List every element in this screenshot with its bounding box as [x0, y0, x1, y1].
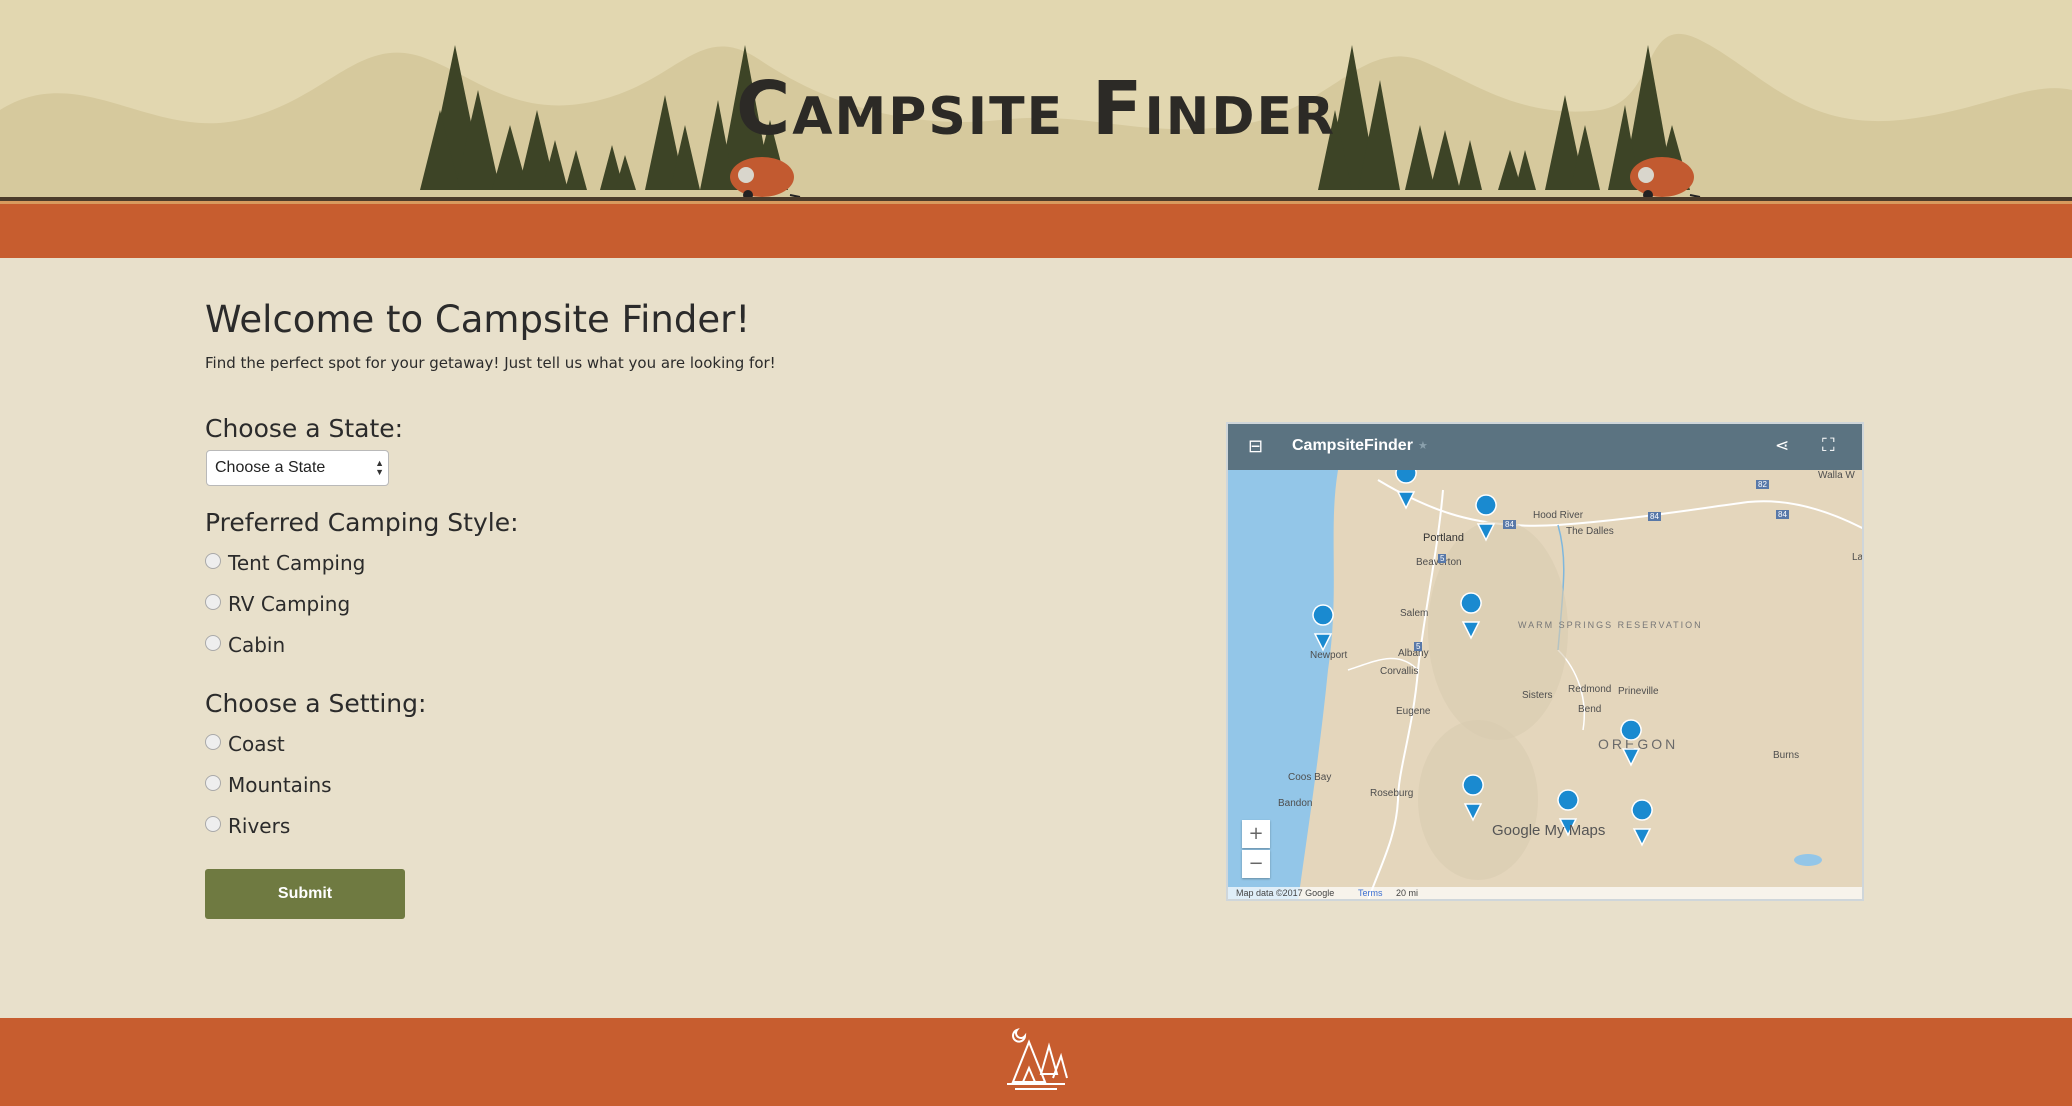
- radio-label: RV Camping: [228, 592, 351, 616]
- radio-button[interactable]: [205, 635, 221, 651]
- tagline: Find the perfect spot for your getaway! …: [205, 354, 776, 372]
- site-title: Campsite Finder: [735, 66, 1337, 152]
- state-select-value: Choose a State: [215, 459, 326, 476]
- map-scale: 20 mi: [1396, 888, 1419, 898]
- setting-label: Choose a Setting:: [205, 689, 427, 718]
- sidebar-toggle-icon[interactable]: ⊟: [1248, 436, 1263, 457]
- map-pin-icon: [1395, 470, 1417, 510]
- map-embed[interactable]: ⊟ CampsiteFinder ★ ⋖ ⛶ Portland Beaverto…: [1226, 422, 1864, 901]
- map-pin-icon: [1620, 719, 1642, 767]
- radio-label: Coast: [228, 732, 285, 756]
- submit-button[interactable]: Submit: [205, 869, 405, 919]
- map-pin-icon: [1475, 494, 1497, 542]
- fullscreen-icon[interactable]: ⛶: [1822, 435, 1835, 456]
- site-header: Campsite Finder: [0, 0, 2072, 258]
- radio-label: Tent Camping: [228, 551, 366, 575]
- map-pin-icon: [1462, 774, 1484, 822]
- welcome-heading: Welcome to Campsite Finder!: [205, 298, 751, 341]
- state-select[interactable]: Choose a State ▲ ▼: [206, 450, 389, 486]
- map-zoom-out[interactable]: −: [1242, 850, 1270, 878]
- map-toolbar: ⊟ CampsiteFinder ★ ⋖ ⛶: [1228, 424, 1862, 470]
- map-pin-icon: [1312, 604, 1334, 652]
- radio-button[interactable]: [205, 594, 221, 610]
- radio-label: Mountains: [228, 773, 332, 797]
- radio-button[interactable]: [205, 553, 221, 569]
- camping-style-label: Preferred Camping Style:: [205, 508, 519, 537]
- map-attribution-bar: Map data ©2017 Google Terms 20 mi: [1228, 887, 1862, 899]
- radio-button[interactable]: [205, 816, 221, 832]
- radio-label: Cabin: [228, 633, 286, 657]
- star-icon[interactable]: ★: [1418, 439, 1428, 452]
- map-pin-icon: [1631, 799, 1653, 847]
- map-title: CampsiteFinder: [1292, 437, 1413, 454]
- radio-label: Rivers: [228, 814, 291, 838]
- state-label: Choose a State:: [205, 414, 404, 443]
- site-footer: [0, 1018, 2072, 1106]
- share-icon[interactable]: ⋖: [1775, 436, 1789, 456]
- map-attribution: Map data ©2017 Google: [1236, 888, 1335, 898]
- map-pin-icon: [1460, 592, 1482, 640]
- map-zoom-in[interactable]: +: [1242, 820, 1270, 848]
- google-my-maps-logo: Google My Maps: [1492, 822, 1606, 839]
- radio-button[interactable]: [205, 775, 221, 791]
- radio-button[interactable]: [205, 734, 221, 750]
- campsite-logo-icon: [1007, 1027, 1068, 1090]
- map-terms-link[interactable]: Terms: [1358, 888, 1383, 898]
- select-arrows-icon: ▲ ▼: [375, 458, 384, 477]
